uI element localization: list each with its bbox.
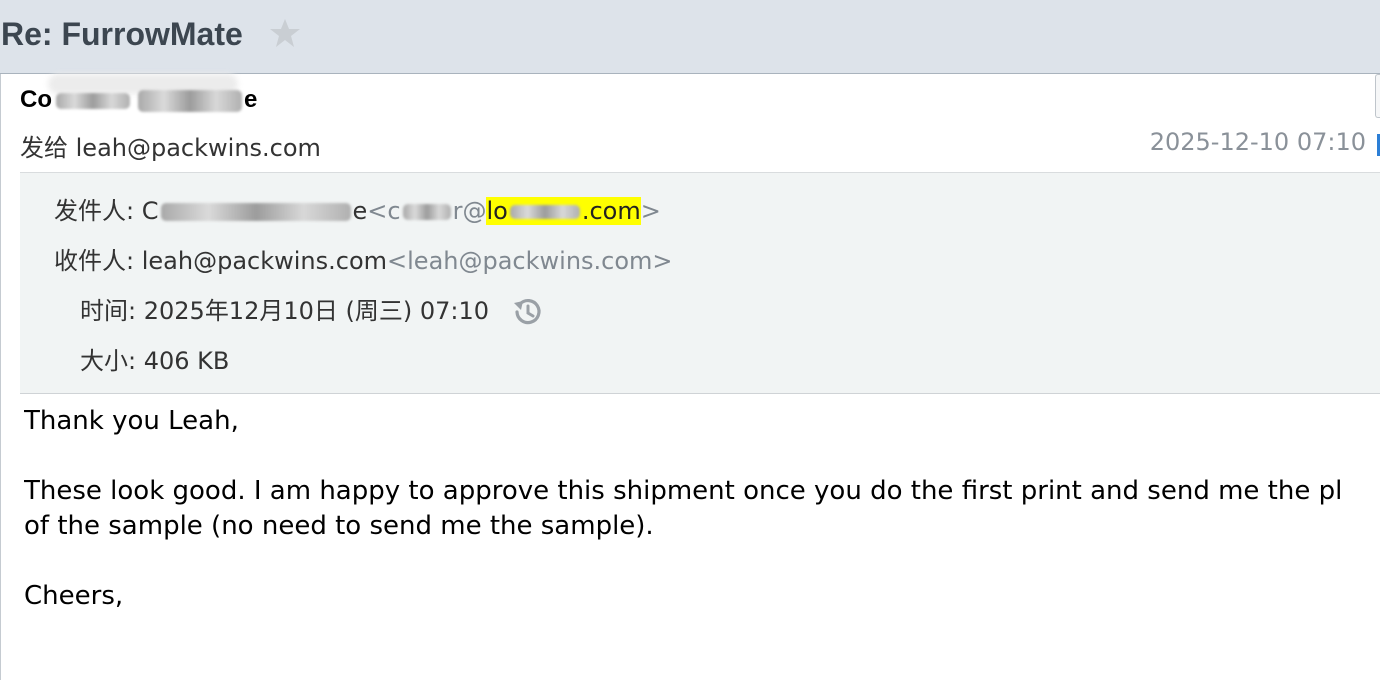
time-label: 时间: xyxy=(80,297,137,325)
from-domain-end: .com xyxy=(581,197,641,225)
subject-bar: Re: FurrowMate xyxy=(0,0,1380,74)
from-address-close: > xyxy=(640,197,661,225)
to-label: 收件人: xyxy=(54,247,135,275)
from-row: 发件人: Ce<c r@lo .com> xyxy=(54,191,661,226)
sender-name[interactable]: Co e xyxy=(20,86,257,114)
email-datetime: 2025-12-10 07:10 xyxy=(1149,128,1366,156)
body-line: Cheers, xyxy=(24,581,124,611)
to-name[interactable]: leah@packwins.com xyxy=(142,247,387,275)
time-value: 2025年12月10日 (周三) 07:10 xyxy=(143,297,490,325)
sender-name-start: Co xyxy=(20,86,52,113)
email-details-panel: 发件人: Ce<c r@lo .com> 收件人: leah@packwins.co… xyxy=(20,172,1380,394)
to-row: 收件人: leah@packwins.com<leah@packwins.com… xyxy=(54,241,673,276)
from-address-mid: r@ xyxy=(452,197,487,225)
redaction-blur xyxy=(160,203,351,221)
from-address[interactable]: <c r@lo .com> xyxy=(367,197,661,225)
to-address[interactable]: <leah@packwins.com> xyxy=(387,247,673,275)
from-label: 发件人: xyxy=(54,197,135,225)
sendto-email[interactable]: leah@packwins.com xyxy=(76,134,321,162)
body-line: These look good. I am happy to approve t… xyxy=(24,476,1343,506)
redaction-blur xyxy=(402,204,451,220)
size-value: 406 KB xyxy=(143,347,230,375)
body-line: of the sample (no need to send me the sa… xyxy=(24,511,654,541)
from-domain-start: lo xyxy=(486,197,508,225)
star-icon[interactable] xyxy=(268,16,302,50)
recipient-summary: 发给 leah@packwins.com xyxy=(20,128,321,163)
sender-name-end: e xyxy=(244,86,258,113)
redaction-blur xyxy=(56,92,130,109)
scroll-toggle-control[interactable] xyxy=(1375,74,1380,118)
sendto-label: 发给 xyxy=(20,134,68,162)
time-row: 时间: 2025年12月10日 (周三) 07:10 xyxy=(80,291,545,329)
email-body: Thank you Leah, These look good. I am ha… xyxy=(24,404,1380,614)
from-name-end: e xyxy=(352,197,368,225)
size-label: 大小: xyxy=(80,347,137,375)
highlighted-domain: lo .com xyxy=(486,197,641,225)
email-subject: Re: FurrowMate xyxy=(1,16,243,52)
body-line: Thank you Leah, xyxy=(24,406,239,436)
redaction-blur xyxy=(509,205,580,219)
from-address-open: <c xyxy=(367,197,401,225)
from-name[interactable]: Ce xyxy=(142,197,368,225)
reader-left-border xyxy=(0,74,1,680)
size-row: 大小: 406 KB xyxy=(80,341,229,376)
from-name-start: C xyxy=(141,197,159,225)
history-icon[interactable] xyxy=(511,295,545,329)
redaction-blur xyxy=(138,89,242,112)
